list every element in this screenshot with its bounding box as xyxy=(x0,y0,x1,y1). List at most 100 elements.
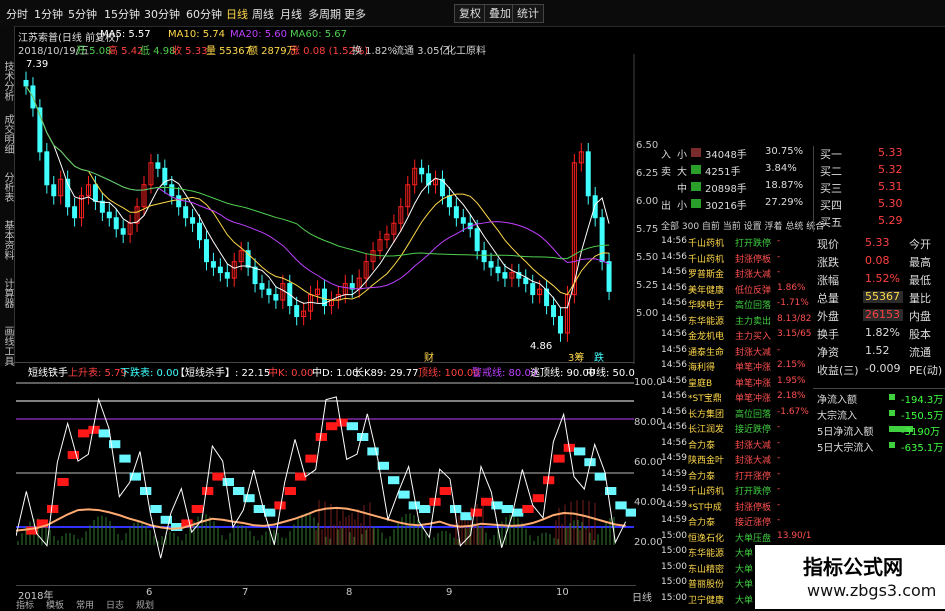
netflow-val-3: -635.1万 xyxy=(901,443,944,454)
tab-3[interactable]: 15分钟 xyxy=(104,6,140,22)
killer-step xyxy=(202,487,214,495)
candlestick-chart[interactable] xyxy=(16,54,636,364)
news-value: - xyxy=(777,251,781,262)
tab-9[interactable]: 多周期 xyxy=(308,6,341,22)
news-value: 2.15% xyxy=(777,360,806,370)
news-row[interactable]: 14:56 罗普斯金 封涨大减 - xyxy=(661,267,811,281)
news-event: 封涨大减 xyxy=(735,347,772,358)
stat-val-3: 55367 xyxy=(865,290,900,303)
killer-step xyxy=(439,487,451,495)
killer-step xyxy=(233,487,245,495)
ask-price-2: 5.31 xyxy=(878,180,903,193)
news-event: 高位回落 xyxy=(735,409,772,420)
news-row[interactable]: 14:56 千山药机 打开跌停 - xyxy=(661,236,811,250)
news-value: - xyxy=(777,236,781,246)
news-time: 14:56 xyxy=(661,313,687,324)
tab-5[interactable]: 60分钟 xyxy=(186,6,222,22)
news-event: 主力买入 xyxy=(735,332,772,342)
bottom-tab-2[interactable]: 常用 xyxy=(76,598,94,611)
news-row[interactable]: 14:56 千山药机 封涨停板 - xyxy=(661,252,811,266)
news-time: 15:00 xyxy=(661,592,687,603)
tab-7[interactable]: 周线 xyxy=(252,6,274,22)
news-time: 14:56 xyxy=(661,344,687,355)
news-row[interactable]: 14:59 合力泰 接近涨停 - xyxy=(661,515,811,529)
killer-step xyxy=(57,478,69,486)
news-row[interactable]: 14:56 长江润发 接近跌停 - xyxy=(661,422,811,436)
stat-key2-0: 今开 xyxy=(909,238,931,251)
vtab-0[interactable]: 技术分析 xyxy=(1,56,13,106)
bottom-tab-3[interactable]: 日志 xyxy=(106,598,124,611)
indicator-chart[interactable] xyxy=(16,377,636,582)
vtab-2[interactable]: 分析表 xyxy=(1,162,13,212)
news-stock: 长方集团 xyxy=(688,409,725,420)
news-row[interactable]: 14:56 长方集团 高位回落 -1.67% xyxy=(661,407,811,421)
killer-step xyxy=(398,490,410,499)
news-event: 大单 xyxy=(735,564,754,575)
bottom-tab-4[interactable]: 规划 xyxy=(136,598,154,611)
news-value: - xyxy=(777,515,781,525)
news-row[interactable]: 14:56 华映电子 高位回落 -1.71% xyxy=(661,298,811,312)
watermark-title: 指标公式网 xyxy=(803,555,903,579)
candle-body xyxy=(266,288,272,296)
news-row[interactable]: 14:59 陕西金叶 封涨大减 - xyxy=(661,453,811,467)
ind-tick-2: 60.00 xyxy=(634,457,663,468)
news-row[interactable]: 14:59 合力泰 打开涨停 - xyxy=(661,469,811,483)
news-time: 14:56 xyxy=(661,375,687,386)
news-event: 大单 xyxy=(735,549,754,559)
news-time: 15:00 xyxy=(661,561,687,572)
tab-1[interactable]: 1分钟 xyxy=(34,6,63,22)
news-time: 14:59 xyxy=(661,453,687,463)
news-row[interactable]: 14:59 千山药机 打开跌停 - xyxy=(661,484,811,498)
flow-amount-2: 20898手 xyxy=(705,184,747,195)
vtab-3[interactable]: 基本资料 xyxy=(1,215,13,265)
ma10-label: MA10: 5.74 xyxy=(168,29,226,40)
flow-table: 入小 34048手 30.75% 卖大 4251手 3.84% 中 20898手 18.87% 出… xyxy=(661,146,811,216)
news-filters[interactable]: 全部 300 自前 当前 设置 浮着 总统 统合 xyxy=(661,219,824,232)
news-row[interactable]: 14:56 *ST宝鼎 单笔冲涨 2.18% xyxy=(661,391,811,405)
killer-step xyxy=(615,501,627,510)
news-stock: 东华能源 xyxy=(688,549,725,559)
news-row[interactable]: 15:00恒逸石化大单压盘 13.90/11807 xyxy=(661,531,811,545)
ma20-label: MA20: 5.60 xyxy=(230,29,288,40)
killer-step xyxy=(336,418,348,427)
vtab-1[interactable]: 成交明细 xyxy=(1,109,13,159)
news-row[interactable]: 14:56 皇庭B 单笔冲涨 1.95% xyxy=(661,376,811,390)
tab-0[interactable]: 分时 xyxy=(6,6,28,22)
vtab-5[interactable]: 画线工具 xyxy=(1,321,13,371)
news-value: -1.71% xyxy=(777,298,809,308)
news-row[interactable]: 14:56 通泰生命 封涨大减 - xyxy=(661,345,811,359)
tab-8[interactable]: 月线 xyxy=(280,6,302,22)
news-row[interactable]: 14:56 美年健康 低位反弹 1.86% xyxy=(661,283,811,297)
tab-4[interactable]: 30分钟 xyxy=(144,6,180,22)
ask-price-1: 5.32 xyxy=(878,163,903,176)
news-time: 14:56 xyxy=(661,267,687,277)
news-stock: 普丽股份 xyxy=(688,580,725,590)
news-stock: 合力泰 xyxy=(688,518,716,528)
flow-pct-0: 30.75% xyxy=(765,146,804,157)
news-event: 低位反弹 xyxy=(735,285,772,296)
candle-body xyxy=(183,206,189,219)
toolbar-button-2[interactable]: 统计 xyxy=(512,4,544,23)
news-row[interactable]: 14:56金龙机电主力买入 3.15/6538 xyxy=(661,329,811,343)
news-time: 14:56 xyxy=(661,329,687,339)
news-time: 15:00 xyxy=(661,530,687,541)
news-stock: 皇庭B xyxy=(688,378,713,389)
ask-price-0: 5.33 xyxy=(878,146,903,159)
news-row[interactable]: 14:56 海利得 单笔冲涨 2.15% xyxy=(661,360,811,374)
tab-10[interactable]: 更多 xyxy=(344,6,366,22)
toolbar-button-0[interactable]: 复权 xyxy=(454,4,486,23)
vtab-4[interactable]: 计算器 xyxy=(1,268,13,318)
tab-2[interactable]: 5分钟 xyxy=(68,6,97,22)
news-stock: 合力泰 xyxy=(688,471,716,482)
bottom-tab-1[interactable]: 模板 xyxy=(46,598,64,611)
tab-6[interactable]: 日线 xyxy=(226,6,248,22)
flow-amount-0: 34048手 xyxy=(705,150,747,161)
bottom-tab-0[interactable]: 指标 xyxy=(16,598,34,611)
marker-die: 跌 xyxy=(594,353,604,364)
news-row[interactable]: 14:59 *ST中成 封涨停板 - xyxy=(661,500,811,514)
news-time: 15:00 xyxy=(661,546,687,556)
news-row[interactable]: 14:56 合力泰 封涨大减 - xyxy=(661,438,811,452)
killer-step xyxy=(88,425,100,434)
news-row[interactable]: 14:56东华能源主力卖出 8.13/8210 xyxy=(661,314,811,328)
killer-step xyxy=(481,497,493,506)
